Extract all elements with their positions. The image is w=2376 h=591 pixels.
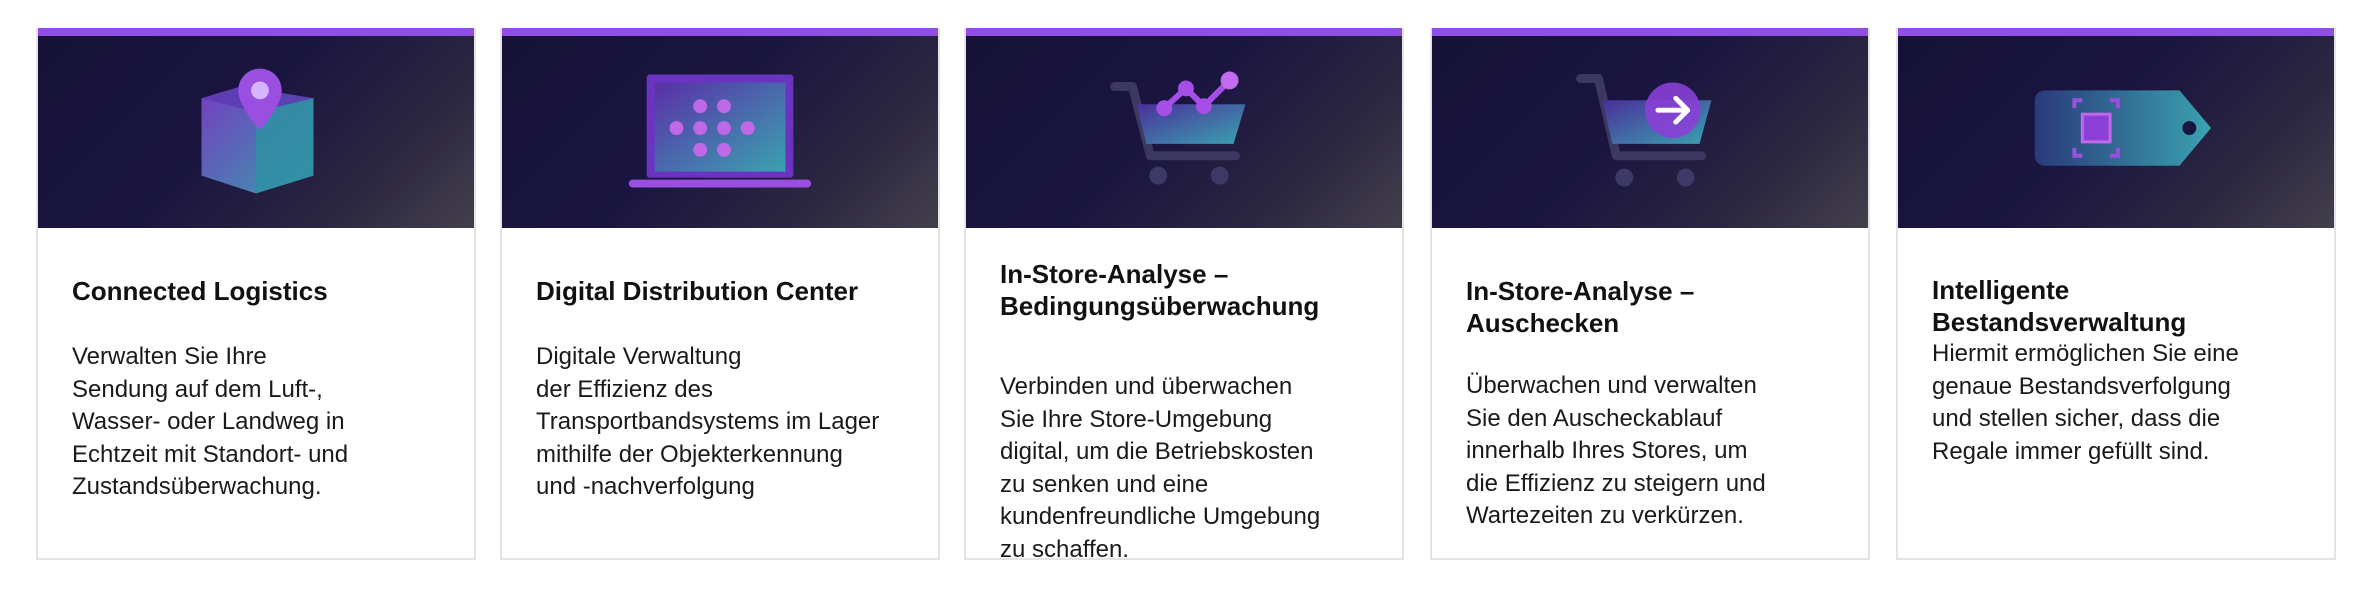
card-in-store-checkout[interactable]: In-Store-Analyse – Auschecken Überwachen… bbox=[1430, 28, 1870, 560]
cart-analytics-icon bbox=[1110, 71, 1246, 185]
card-intelligent-inventory[interactable]: Intelligente Bestandsverwaltung Hiermit … bbox=[1896, 28, 2336, 560]
card-accent-bar bbox=[1898, 28, 2334, 36]
package-location-icon bbox=[201, 68, 314, 194]
price-tag-scan-icon bbox=[2034, 90, 2212, 166]
card-connected-logistics[interactable]: Connected Logistics Verwalten Sie Ihre S… bbox=[36, 28, 476, 560]
card-hero-image bbox=[38, 36, 474, 228]
card-digital-distribution-center[interactable]: Digital Distribution Center Digitale Ver… bbox=[500, 28, 940, 560]
card-title: In-Store-Analyse – Bedingungsüberwachung bbox=[1000, 259, 1320, 321]
card-hero-image bbox=[1432, 36, 1868, 228]
card-description: Hiermit ermöglichen Sie eine genaue Best… bbox=[1932, 340, 2239, 465]
card-hero-image bbox=[502, 36, 938, 228]
card-accent-bar bbox=[38, 28, 474, 36]
card-title: Intelligente Bestandsverwaltung bbox=[1932, 275, 2187, 337]
card-description: Digitale Verwaltung der Effizienz des Tr… bbox=[536, 343, 880, 500]
cart-checkout-icon bbox=[1576, 74, 1712, 187]
laptop-network-icon bbox=[628, 74, 812, 188]
card-description: Verwalten Sie Ihre Sendung auf dem Luft-… bbox=[72, 343, 349, 500]
card-hero-image bbox=[1898, 36, 2334, 228]
card-accent-bar bbox=[966, 28, 1402, 36]
card-accent-bar bbox=[502, 28, 938, 36]
card-hero-image bbox=[966, 36, 1402, 228]
card-accent-bar bbox=[1432, 28, 1868, 36]
card-description: Verbinden und überwachen Sie Ihre Store-… bbox=[1000, 373, 1321, 560]
card-description: Überwachen und verwalten Sie den Auschec… bbox=[1466, 372, 1766, 529]
card-title: Digital Distribution Center bbox=[536, 276, 859, 306]
card-title: Connected Logistics bbox=[72, 276, 328, 306]
card-in-store-condition-monitoring[interactable]: In-Store-Analyse – Bedingungsüberwachung… bbox=[964, 28, 1404, 560]
card-title: In-Store-Analyse – Auschecken bbox=[1466, 276, 1695, 338]
